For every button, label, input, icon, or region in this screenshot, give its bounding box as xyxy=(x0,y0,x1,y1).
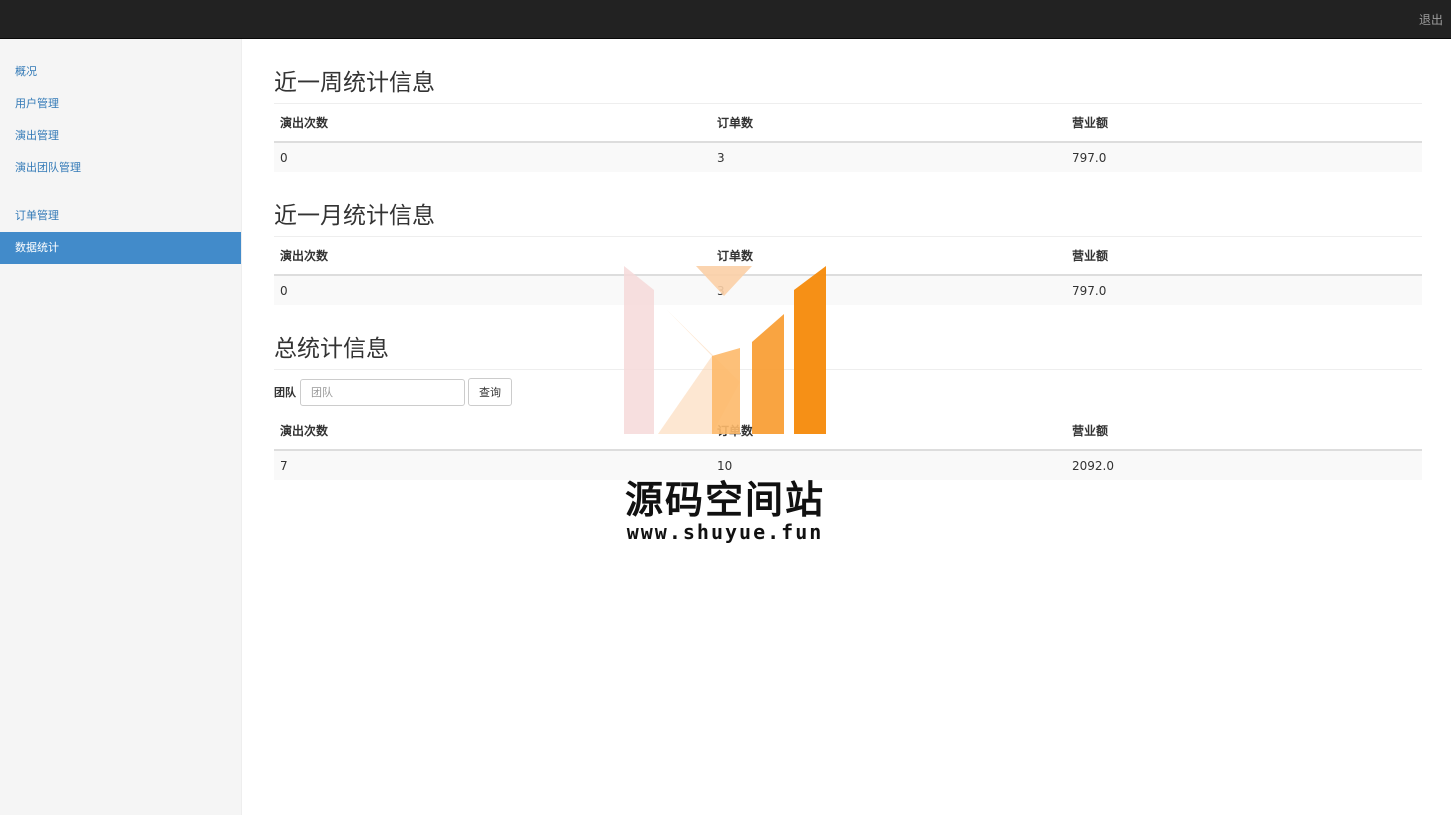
table-row: 7 10 2092.0 xyxy=(274,450,1422,480)
sidebar-item-statistics[interactable]: 数据统计 xyxy=(0,232,241,264)
cell-shows: 0 xyxy=(274,275,711,305)
watermark-url: www.shuyue.fun xyxy=(626,520,824,544)
col-header-orders: 订单数 xyxy=(711,412,1066,451)
cell-shows: 0 xyxy=(274,142,711,172)
col-header-revenue: 营业额 xyxy=(1066,237,1422,276)
cell-shows: 7 xyxy=(274,450,711,480)
col-header-orders: 订单数 xyxy=(711,237,1066,276)
cell-revenue: 797.0 xyxy=(1066,142,1422,172)
table-header-row: 演出次数 订单数 营业额 xyxy=(274,237,1422,276)
cell-orders: 3 xyxy=(711,275,1066,305)
col-header-revenue: 营业额 xyxy=(1066,412,1422,451)
cell-orders: 3 xyxy=(711,142,1066,172)
cell-orders: 10 xyxy=(711,450,1066,480)
sidebar: 概况 用户管理 演出管理 演出团队管理 订单管理 数据统计 xyxy=(0,39,242,815)
week-stats-table: 演出次数 订单数 营业额 0 3 797.0 xyxy=(274,104,1422,172)
sidebar-group-main: 概况 用户管理 演出管理 演出团队管理 xyxy=(0,56,241,184)
week-stats-title: 近一周统计信息 xyxy=(274,69,1422,104)
sidebar-item-users[interactable]: 用户管理 xyxy=(0,88,241,120)
sidebar-item-teams[interactable]: 演出团队管理 xyxy=(0,152,241,184)
table-header-row: 演出次数 订单数 营业额 xyxy=(274,104,1422,143)
col-header-orders: 订单数 xyxy=(711,104,1066,143)
table-row: 0 3 797.0 xyxy=(274,142,1422,172)
col-header-shows: 演出次数 xyxy=(274,412,711,451)
sidebar-item-overview[interactable]: 概况 xyxy=(0,56,241,88)
col-header-revenue: 营业额 xyxy=(1066,104,1422,143)
cell-revenue: 2092.0 xyxy=(1066,450,1422,480)
col-header-shows: 演出次数 xyxy=(274,104,711,143)
cell-revenue: 797.0 xyxy=(1066,275,1422,305)
logout-link[interactable]: 退出 xyxy=(1419,11,1443,28)
team-filter-form: 团队 查询 xyxy=(274,372,1422,412)
main-content: 近一周统计信息 演出次数 订单数 营业额 0 3 797.0 近一月统计信息 演… xyxy=(274,39,1422,480)
team-filter-input[interactable] xyxy=(300,378,465,406)
month-stats-table: 演出次数 订单数 营业额 0 3 797.0 xyxy=(274,237,1422,305)
table-row: 0 3 797.0 xyxy=(274,275,1422,305)
sidebar-group-secondary: 订单管理 数据统计 xyxy=(0,200,241,264)
top-navbar: 退出 xyxy=(0,0,1451,39)
month-stats-title: 近一月统计信息 xyxy=(274,202,1422,237)
col-header-shows: 演出次数 xyxy=(274,237,711,276)
query-button[interactable]: 查询 xyxy=(468,378,512,406)
team-filter-label: 团队 xyxy=(274,386,296,399)
total-stats-title: 总统计信息 xyxy=(274,335,1422,370)
total-stats-table: 演出次数 订单数 营业额 7 10 2092.0 xyxy=(274,412,1422,480)
table-header-row: 演出次数 订单数 营业额 xyxy=(274,412,1422,451)
sidebar-item-shows[interactable]: 演出管理 xyxy=(0,120,241,152)
sidebar-item-orders[interactable]: 订单管理 xyxy=(0,200,241,232)
